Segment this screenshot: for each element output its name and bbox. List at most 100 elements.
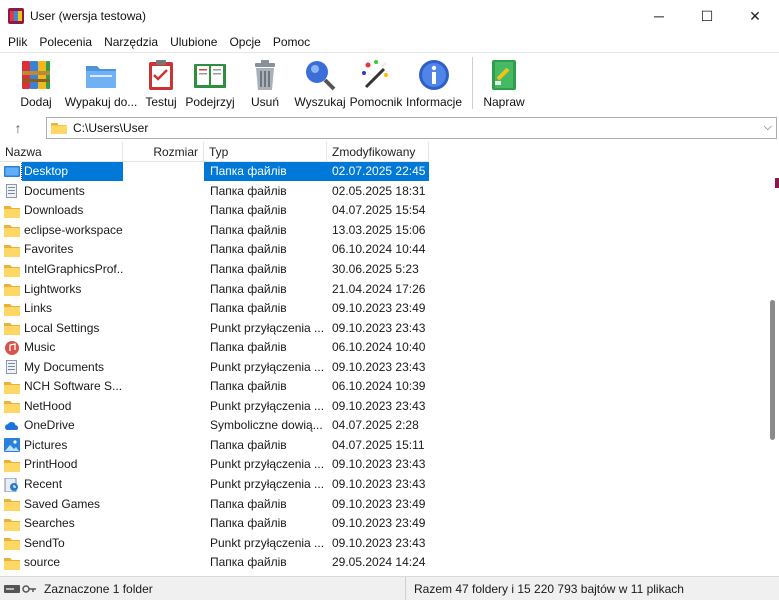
view-button[interactable]: Podejrzyj [182,53,238,113]
column-header-name[interactable]: Nazwa ^ [0,142,123,162]
column-type-label: Typ [209,145,229,159]
file-type: Папка файлів [210,437,287,452]
file-size [123,377,204,396]
file-size [123,553,204,572]
file-modified: 30.06.2025 5:23 [332,262,419,276]
file-row[interactable]: Pictures Папка файлів 04.07.2025 15:11 [0,436,429,456]
file-modified: 04.07.2025 2:28 [332,418,419,433]
info-button[interactable]: Informacje [404,53,464,113]
file-row[interactable]: Lightworks Папка файлів 21.04.2024 17:26 [0,279,429,299]
documents-icon [4,184,20,199]
file-name: Searches [24,516,75,531]
key-icon[interactable] [22,583,36,595]
file-name: NCH Software S... [24,379,123,394]
file-type: Punkt przyłączenia ... [210,477,325,492]
window-title: User (wersja testowa) [30,9,147,23]
folder-icon [4,380,20,394]
file-name: Saved Games [24,496,101,511]
file-row[interactable]: Local Settings Punkt przyłączenia ... 09.1… [0,318,429,338]
file-row[interactable]: Documents Папка файлів 02.05.2025 18:31 [0,182,429,202]
drive-icon[interactable] [4,584,20,594]
file-row[interactable]: NetHood Punkt przyłączenia ... 09.10.2023 … [0,397,429,417]
add-label: Dodaj [20,95,52,109]
menu-narzedzia[interactable]: Narzędzia [98,35,164,49]
file-row[interactable]: Music Папка файлів 06.10.2024 10:40 [0,338,429,358]
folder-icon [4,223,20,238]
file-row[interactable]: Links Папка файлів 09.10.2023 23:49 [0,299,429,319]
books-archive-icon [18,57,54,93]
clipboard-check-icon [143,57,179,93]
file-row[interactable]: SendTo Punkt przyłączenia ... 09.10.2023 2… [0,533,429,553]
file-row[interactable]: Recent Punkt przyłączenia ... 09.10.2023 2… [0,475,429,495]
file-row[interactable]: Searches Папка файлів 09.10.2023 23:49 [0,514,429,534]
find-button[interactable]: Wyszukaj [292,53,348,113]
file-list[interactable]: Nazwa ^ Rozmiar Typ Zmodyfikowany Deskto… [0,142,766,574]
wizard-button[interactable]: Pomocnik [348,53,404,113]
file-row[interactable]: Saved Games Папка файлів 09.10.2023 23:49 [0,494,429,514]
file-row[interactable]: source Папка файлів 29.05.2024 14:24 [0,553,429,573]
file-type: Папка файлів [210,340,287,355]
file-row[interactable]: NCH Software S... Папка файлів 06.10.2024 … [0,377,429,397]
file-row[interactable]: My Documents Punkt przyłączenia ... 09.10.… [0,357,429,377]
menu-pomoc[interactable]: Pomoc [267,35,316,49]
menu-polecenia[interactable]: Polecenia [33,35,98,49]
status-selection: Zaznaczone 1 folder [40,576,406,600]
repair-button[interactable]: Napraw [481,53,527,113]
column-header-modified[interactable]: Zmodyfikowany [327,142,429,162]
wizard-label: Pomocnik [349,95,403,109]
file-row[interactable]: eclipse-workspace Папка файлів 13.03.2025 … [0,221,429,241]
file-modified: 09.10.2023 23:43 [332,477,426,492]
file-modified: 09.10.2023 23:43 [332,535,426,550]
folder-icon [4,204,20,218]
file-type: Symboliczne dowią... [210,418,323,433]
chevron-down-icon[interactable]: ⌵ [764,121,772,134]
menu-opcje[interactable]: Opcje [223,35,266,49]
file-row[interactable]: Favorites Папка файлів 06.10.2024 10:44 [0,240,429,260]
list-header: Nazwa ^ Rozmiar Typ Zmodyfikowany [0,142,429,162]
test-button[interactable]: Testuj [140,53,182,113]
open-book-icon [192,57,228,93]
file-row[interactable]: Desktop Папка файлів 02.07.2025 22:45 [0,162,429,182]
minimize-button[interactable]: ─ [635,0,683,32]
menu-ulubione[interactable]: Ulubione [164,35,223,49]
title-bar: User (wersja testowa) ─ ☐ ✕ [0,0,779,32]
file-modified: 06.10.2024 10:44 [332,242,426,257]
file-row[interactable]: OneDrive Symboliczne dowią... 04.07.2025 2… [0,416,429,436]
address-bar[interactable]: C:\Users\User ⌵ [46,117,777,139]
file-size [123,397,204,416]
folder-icon [4,517,20,531]
file-name: SendTo [24,535,65,550]
repair-label: Napraw [483,95,525,109]
column-header-size[interactable]: Rozmiar [123,142,204,162]
maximize-button[interactable]: ☐ [683,0,731,32]
magic-wand-icon [358,57,394,93]
file-name-cell: OneDrive [0,416,123,435]
up-arrow-icon[interactable]: ↑ [8,119,28,137]
side-marker [775,178,779,188]
vertical-scrollbar[interactable] [766,142,779,574]
file-type: Punkt przyłączenia ... [210,398,325,413]
winrar-app-icon[interactable] [8,8,24,24]
file-name: Recent [24,477,63,492]
file-modified: 09.10.2023 23:49 [332,496,426,511]
add-button[interactable]: Dodaj [10,53,62,113]
file-row[interactable]: PrintHood Punkt przyłączenia ... 09.10.202… [0,455,429,475]
toolbar-separator [472,57,473,109]
file-modified: 04.07.2025 15:11 [332,437,425,452]
extract-to-button[interactable]: Wypakuj do... [62,53,140,113]
documents-icon [4,360,20,375]
file-size [123,299,204,318]
file-size [123,358,204,377]
file-name-cell: eclipse-workspace [0,221,123,240]
file-row[interactable]: Downloads Папка файлів 04.07.2025 15:54 [0,201,429,221]
close-button[interactable]: ✕ [731,0,779,32]
file-size [123,201,204,220]
pictures-icon [4,438,20,453]
file-modified: 09.10.2023 23:43 [332,320,426,335]
scrollbar-thumb[interactable] [770,300,775,440]
file-row[interactable]: IntelGraphicsProf... Папка файлів 30.06.20… [0,260,429,280]
menu-plik[interactable]: Plik [2,35,33,49]
toolbar: Dodaj Wypakuj do... Testuj Podejrzyj Usu… [0,52,779,114]
delete-button[interactable]: Usuń [238,53,292,113]
column-header-type[interactable]: Typ [204,142,327,162]
